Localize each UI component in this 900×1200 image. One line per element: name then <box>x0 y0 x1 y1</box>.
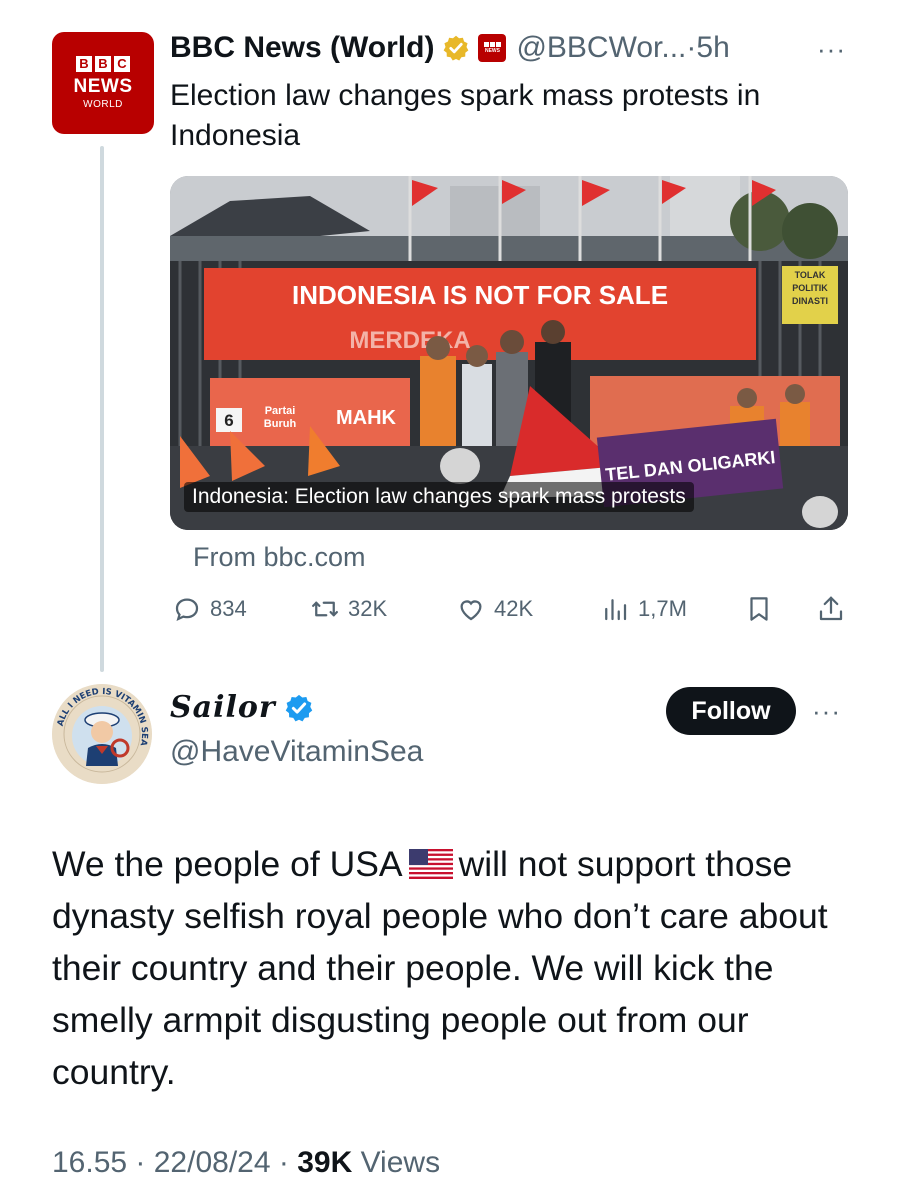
verified-gold-badge-icon <box>444 35 469 61</box>
bookmark-action[interactable] <box>744 594 774 624</box>
reply-time[interactable]: 16.55 <box>52 1146 127 1179</box>
views-count: 1,7M <box>638 596 687 621</box>
reply-count: 834 <box>210 596 247 621</box>
bbc-affiliate-badge-icon: NEWS <box>478 34 507 62</box>
like-count: 42K <box>494 596 534 621</box>
bbc-avatar-world: WORLD <box>83 99 123 110</box>
reply-more-options-icon[interactable]: ··· <box>812 696 841 727</box>
bookmark-icon <box>750 597 768 621</box>
us-flag-icon <box>408 848 453 879</box>
parent-action-bar: 834 32K 42K 1,7M <box>172 594 852 630</box>
views-chart-icon <box>605 599 627 621</box>
party-number: 6 <box>224 411 233 430</box>
heart-icon <box>460 600 482 621</box>
sailor-avatar-image: ALL I NEED IS VITAMIN SEA <box>52 684 152 784</box>
reply-handle[interactable]: @HaveVitaminSea <box>170 735 423 769</box>
bbc-block: C <box>114 56 130 72</box>
party-name-2: Buruh <box>264 418 297 430</box>
reply-views-label: Views <box>360 1146 441 1179</box>
like-action[interactable]: 42K <box>456 594 533 624</box>
reply-tweet-text: We the people of USA will not support th… <box>52 838 842 1098</box>
reply-text-part-1: We the people of USA <box>52 844 403 884</box>
sign-yellow-line-3: DINASTI <box>792 296 828 306</box>
protest-photo: INDONESIA IS NOT FOR SALE MERDEKA TOLAK … <box>170 176 848 530</box>
reply-footer-meta: 16.55 · 22/08/24 · 39K Views <box>52 1146 440 1180</box>
reply-views-count: 39K <box>297 1146 353 1179</box>
parent-handle[interactable]: @BBCWor... <box>516 31 686 65</box>
repost-count: 32K <box>348 596 388 621</box>
reply-display-name[interactable]: Sailor <box>170 690 276 725</box>
bbc-logo-blocks: B B C <box>76 56 130 72</box>
parent-time-separator: · <box>686 31 697 64</box>
parent-tweet-header: BBC News (World) NEWS @BBCWor... · 5h ··… <box>170 28 860 68</box>
bbc-news-avatar[interactable]: B B C NEWS WORLD <box>52 32 154 134</box>
share-icon <box>819 596 843 621</box>
parent-timestamp[interactable]: 5h <box>696 31 729 65</box>
thread-connector-line <box>100 146 104 672</box>
link-card-caption: Indonesia: Election law changes spark ma… <box>184 482 694 512</box>
reply-icon <box>175 598 199 622</box>
parent-more-options-icon[interactable]: ··· <box>817 34 846 65</box>
bbc-block: B <box>76 56 92 72</box>
share-action[interactable] <box>816 594 846 624</box>
party-name-1: Partai <box>265 405 296 417</box>
verified-blue-badge-icon <box>285 694 312 721</box>
views-action[interactable]: 1,7M <box>600 594 687 624</box>
sign-yellow-line-2: POLITIK <box>792 283 828 293</box>
sign-yellow-line-1: TOLAK <box>795 270 826 280</box>
repost-icon <box>312 601 338 617</box>
banner-mahk-text: MAHK <box>336 407 397 429</box>
reply-author-row: Sailor <box>170 690 314 725</box>
link-preview-card[interactable]: INDONESIA IS NOT FOR SALE MERDEKA TOLAK … <box>170 176 848 530</box>
link-source[interactable]: From bbc.com <box>193 542 366 573</box>
parent-display-name[interactable]: BBC News (World) <box>170 31 434 65</box>
reply-action[interactable]: 834 <box>172 594 247 624</box>
reply-date[interactable]: 22/08/24 <box>154 1146 271 1179</box>
follow-button[interactable]: Follow <box>666 687 796 735</box>
parent-tweet-text: Election law changes spark mass protests… <box>170 79 761 152</box>
bbc-block: B <box>95 56 111 72</box>
banner-sub-text: MERDEKA <box>349 327 470 354</box>
bbc-avatar-news: NEWS <box>73 76 133 97</box>
sailor-avatar[interactable]: ALL I NEED IS VITAMIN SEA <box>52 684 152 784</box>
banner-main-text: INDONESIA IS NOT FOR SALE <box>292 280 668 310</box>
footer-separator: · <box>127 1146 154 1179</box>
repost-action[interactable]: 32K <box>310 594 387 624</box>
footer-separator: · <box>270 1146 298 1179</box>
